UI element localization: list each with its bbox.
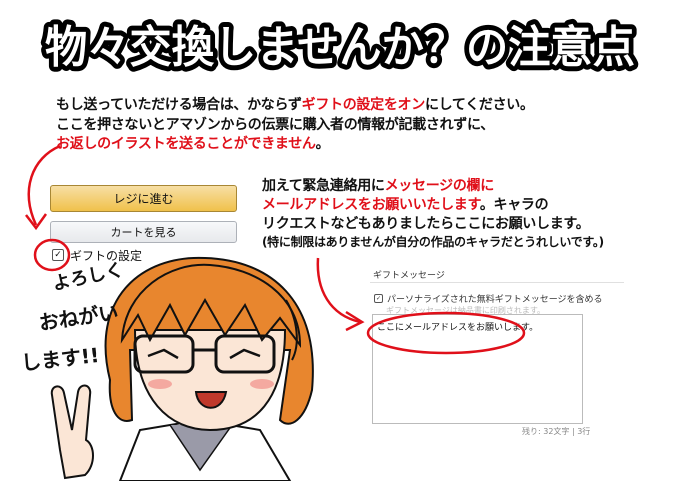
gift-message-title: ギフトメッセージ — [373, 271, 445, 281]
svg-text:おねがい: おねがい — [37, 300, 120, 335]
checkout-label: レジに進む — [113, 192, 174, 206]
gift-message-checkbox[interactable]: ✓ — [374, 294, 383, 303]
check-icon: ✓ — [375, 294, 382, 302]
contact-text: リクエストなどもありましたらここにお願いします。 — [262, 216, 590, 232]
contact-text: 。キャラの — [479, 197, 549, 213]
gift-setting-checkbox[interactable]: ✓ — [52, 249, 64, 261]
gift-setting-label: ギフトの設定 — [70, 248, 143, 263]
svg-text:します!!: します!! — [20, 343, 100, 375]
checkout-button[interactable]: レジに進む — [50, 185, 237, 212]
notice-line-2: ここを押さないとアマゾンからの伝票に購入者の情報が記載されずに、 — [56, 114, 494, 134]
notice-text: 。 — [315, 136, 330, 152]
gift-message-checkbox-row[interactable]: ✓ パーソナライズされた無料ギフトメッセージを含める — [374, 292, 603, 305]
check-icon: ✓ — [54, 250, 62, 260]
title-text: 物々交換しませんか？の注意点 — [45, 22, 635, 73]
gift-message-checkbox-label: パーソナライズされた無料ギフトメッセージを含める — [387, 295, 603, 305]
arrow-right-head — [345, 310, 365, 332]
gift-setting-row[interactable]: ✓ ギフトの設定 — [52, 247, 142, 263]
contact-text: 加えて緊急連絡用に — [262, 178, 385, 194]
notice-highlight: お返しのイラストを送ることができません — [56, 136, 316, 152]
divider — [370, 282, 624, 283]
girl-character — [50, 256, 314, 481]
gift-message-text: ここにメールアドレスをお願いします。 — [377, 323, 539, 333]
contact-line-4: (特に制限はありませんが自分の作品のキャラだとうれしいです。) — [262, 233, 604, 250]
handwriting: よろしく おねがい します!! — [20, 259, 125, 375]
arrow-left-head — [25, 213, 48, 231]
gift-message-counter: 残り: 32文字 | 3行 — [522, 427, 591, 436]
view-cart-label: カートを見る — [110, 226, 177, 239]
notice-text: もし送っていただける場合は、かならず — [56, 97, 302, 113]
notice-line-3: お返しのイラストを送ることができません。 — [56, 133, 330, 153]
contact-highlight: メッセージの欄に — [384, 178, 495, 194]
contact-line-1: 加えて緊急連絡用にメッセージの欄に — [262, 175, 494, 195]
svg-text:よろしく: よろしく — [51, 259, 126, 295]
contact-text: (特に制限はありませんが自分の作品のキャラだとうれしいです。) — [262, 235, 604, 249]
view-cart-button[interactable]: カートを見る — [50, 221, 237, 243]
page-title: 物々交換しませんか？の注意点 物々交換しませんか？の注意点 — [0, 14, 680, 78]
contact-line-2: メールアドレスをお願いいたします。キャラの — [262, 194, 549, 214]
contact-highlight: メールアドレスをお願いいたします — [262, 197, 480, 213]
notice-highlight: ギフトの設定をオン — [301, 97, 426, 113]
notice-line-1: もし送っていただける場合は、かならずギフトの設定をオンにしてください。 — [56, 94, 534, 114]
notice-text: ここを押さないとアマゾンからの伝票に購入者の情報が記載されずに、 — [56, 117, 494, 133]
arrow-right — [316, 257, 361, 324]
contact-line-3: リクエストなどもありましたらここにお願いします。 — [262, 213, 590, 233]
notice-text: にしてください。 — [424, 97, 534, 113]
